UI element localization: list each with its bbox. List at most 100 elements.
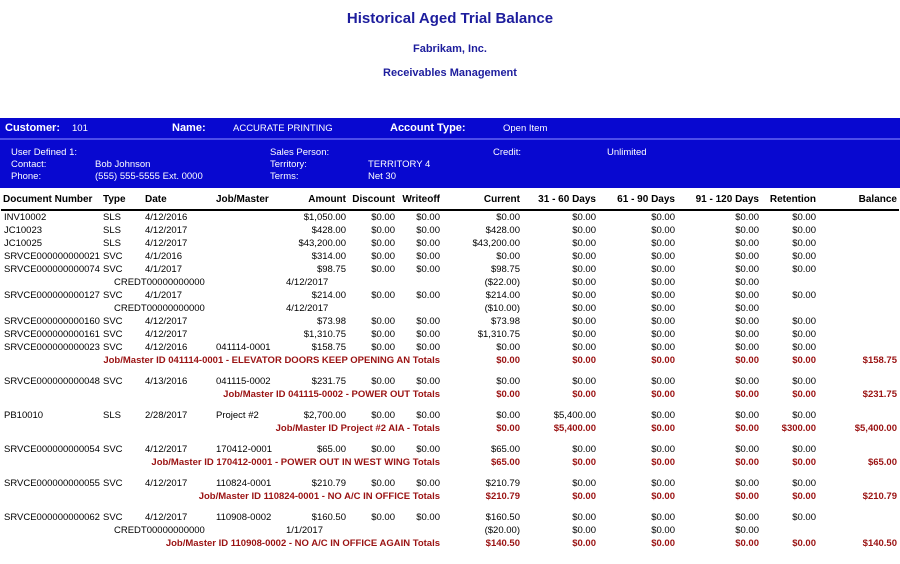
cell: $0.00 [598,443,677,456]
cell: SLS [101,224,143,237]
cell: $0.00 [522,289,598,302]
cell: 110908-0002 [205,511,277,524]
totals-amount-cell: $0.00 [598,490,677,503]
cell [818,511,899,524]
cell: $0.00 [761,477,818,490]
cell: 4/1/2017 [143,289,205,302]
cell: $0.00 [598,224,677,237]
job-master-totals-row: Job/Master ID 110824-0001 - NO A/C IN OF… [1,490,899,503]
cell: $0.00 [761,511,818,524]
cell: $214.00 [277,289,348,302]
cell [818,375,899,388]
cell: $0.00 [677,237,761,250]
cell: $0.00 [598,210,677,224]
cell: 4/12/2017 [143,511,205,524]
customer-band: Customer: 101 Name: ACCURATE PRINTING Ac… [0,118,900,188]
column-header: Current [442,192,522,210]
cell: $0.00 [397,315,442,328]
cell [1,276,101,289]
cell: $0.00 [397,409,442,422]
credit-document-number-cell: CREDT000000000002 [101,302,205,315]
spacer-row [1,367,899,375]
document-row: SRVCE000000000074SVC4/1/2017$98.75$0.00$… [1,263,899,276]
cell: $0.00 [348,409,397,422]
job-master-totals-row: Job/Master ID 041115-0002 - POWER OUT To… [1,388,899,401]
totals-amount-cell: $0.00 [761,537,818,550]
totals-amount-cell: $0.00 [677,537,761,550]
cell [205,524,277,537]
document-number-cell: SRVCE000000000048 [1,375,101,388]
cell: $65.00 [442,443,522,456]
cell: $0.00 [522,237,598,250]
credit-document-number-cell: CREDT000000000006 [101,276,205,289]
totals-amount-cell: $0.00 [677,388,761,401]
cell: $0.00 [598,341,677,354]
aging-table: Document NumberTypeDateJob/MasterAmountD… [1,192,899,550]
cell: $428.00 [442,224,522,237]
cell: $0.00 [348,511,397,524]
document-number-cell: SRVCE000000000055 [1,477,101,490]
cell: 110824-0001 [205,477,277,490]
totals-amount-cell: $0.00 [677,490,761,503]
cell: $0.00 [348,443,397,456]
cell: $0.00 [598,250,677,263]
cell: $0.00 [598,328,677,341]
cell [818,250,899,263]
totals-amount-cell: $65.00 [818,456,899,469]
document-row: SRVCE000000000055SVC4/12/2017110824-0001… [1,477,899,490]
cell: $98.75 [442,263,522,276]
account-type-value: Open Item [503,123,547,134]
territory-value: TERRITORY 4 [368,159,430,170]
document-number-cell: INV10002 [1,210,101,224]
totals-amount-cell: $0.00 [442,388,522,401]
cell: $43,200.00 [277,237,348,250]
totals-label-cell: Job/Master ID 170412-0001 - POWER OUT IN… [1,456,442,469]
cell: $1,310.75 [277,328,348,341]
totals-label-cell: Job/Master ID 110908-0002 - NO A/C IN OF… [1,537,442,550]
document-row: SRVCE000000000127SVC4/1/2017$214.00$0.00… [1,289,899,302]
totals-amount-cell: $0.00 [761,388,818,401]
totals-amount-cell: $140.50 [818,537,899,550]
cell [205,237,277,250]
cell: SVC [101,511,143,524]
cell [205,224,277,237]
cell: $0.00 [598,263,677,276]
cell [818,224,899,237]
column-header: 31 - 60 Days [522,192,598,210]
cell: $0.00 [522,477,598,490]
document-row: JC10023SLS4/12/2017$428.00$0.00$0.00$428… [1,224,899,237]
column-header: Type [101,192,143,210]
document-row: SRVCE000000000023SVC4/12/2016041114-0001… [1,341,899,354]
job-master-totals-row: Job/Master ID Project #2 AIA - Totals$0.… [1,422,899,435]
spacer-row [1,401,899,409]
cell [1,302,101,315]
totals-amount-cell: $231.75 [818,388,899,401]
cell [818,341,899,354]
cell [205,250,277,263]
document-number-cell: JC10023 [1,224,101,237]
cell: $160.50 [277,511,348,524]
totals-amount-cell: $0.00 [598,537,677,550]
totals-amount-cell: $0.00 [677,354,761,367]
cell: $0.00 [598,315,677,328]
cell: $0.00 [761,224,818,237]
cell: $214.00 [442,289,522,302]
cell [818,210,899,224]
cell [818,289,899,302]
cell [205,210,277,224]
cell: $158.75 [277,341,348,354]
cell: $43,200.00 [442,237,522,250]
document-number-cell: SRVCE000000000023 [1,341,101,354]
totals-amount-cell: $5,400.00 [522,422,598,435]
totals-amount-cell: $0.00 [522,456,598,469]
cell: $0.00 [397,328,442,341]
cell: $0.00 [761,375,818,388]
cell: $65.00 [277,443,348,456]
customer-band-row2: User Defined 1: Contact: Bob Johnson Pho… [0,140,900,186]
phone-label: Phone: [11,171,41,182]
cell: $0.00 [761,315,818,328]
cell: $0.00 [522,443,598,456]
cell: 4/12/2017 [143,224,205,237]
cell: $0.00 [598,477,677,490]
cell [761,276,818,289]
